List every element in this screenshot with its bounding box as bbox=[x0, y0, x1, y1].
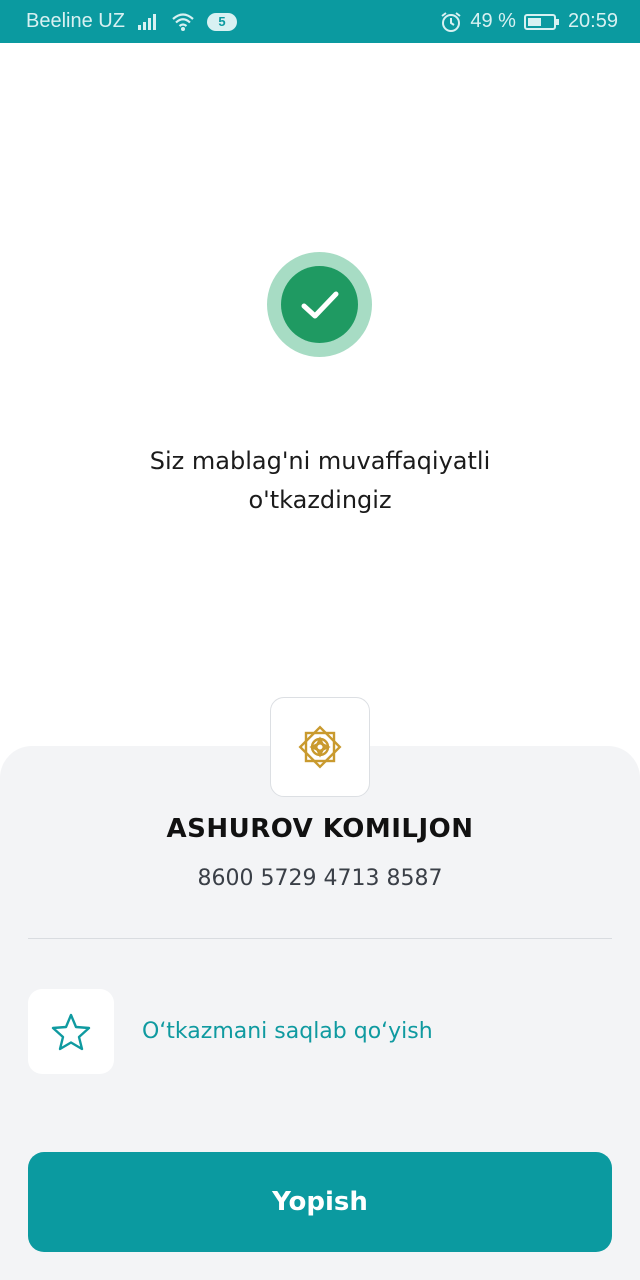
battery-percent: 49 % bbox=[470, 10, 516, 32]
sim-badge: 5 bbox=[206, 12, 237, 31]
carrier-name: Beeline UZ bbox=[26, 10, 125, 32]
status-bar-right: 49 % 20:59 bbox=[440, 0, 618, 43]
signal-icon bbox=[137, 13, 159, 31]
checkmark-icon bbox=[300, 289, 340, 321]
save-icon-box bbox=[28, 989, 114, 1074]
success-message-line2: o'tkazdingiz bbox=[248, 486, 392, 514]
save-transfer-label: O‘tkazmani saqlab qo‘yish bbox=[142, 1019, 433, 1044]
success-circle bbox=[281, 266, 358, 343]
success-message: Siz mablag'ni muvaffaqiyatli o'tkazdingi… bbox=[0, 442, 640, 520]
transfer-success-screen: Beeline UZ 5 49 % 20:59 Siz mablag'ni mu… bbox=[0, 0, 640, 1280]
success-message-line1: Siz mablag'ni muvaffaqiyatli bbox=[149, 447, 491, 475]
status-bar-left: Beeline UZ 5 bbox=[26, 0, 237, 43]
clock: 20:59 bbox=[567, 10, 618, 32]
bank-logo-icon bbox=[292, 719, 348, 775]
wifi-icon bbox=[171, 12, 195, 32]
success-badge bbox=[267, 252, 372, 357]
divider bbox=[28, 938, 612, 939]
battery-icon bbox=[523, 13, 560, 31]
save-transfer-button[interactable]: O‘tkazmani saqlab qo‘yish bbox=[28, 989, 612, 1074]
star-icon bbox=[51, 1013, 91, 1051]
close-button[interactable]: Yopish bbox=[28, 1152, 612, 1252]
status-bar: Beeline UZ 5 49 % 20:59 bbox=[0, 0, 640, 43]
bank-logo bbox=[270, 697, 370, 797]
recipient-name: ASHUROV KOMILJON bbox=[166, 814, 474, 844]
card-number: 8600 5729 4713 8587 bbox=[197, 866, 443, 891]
alarm-icon bbox=[440, 11, 462, 33]
